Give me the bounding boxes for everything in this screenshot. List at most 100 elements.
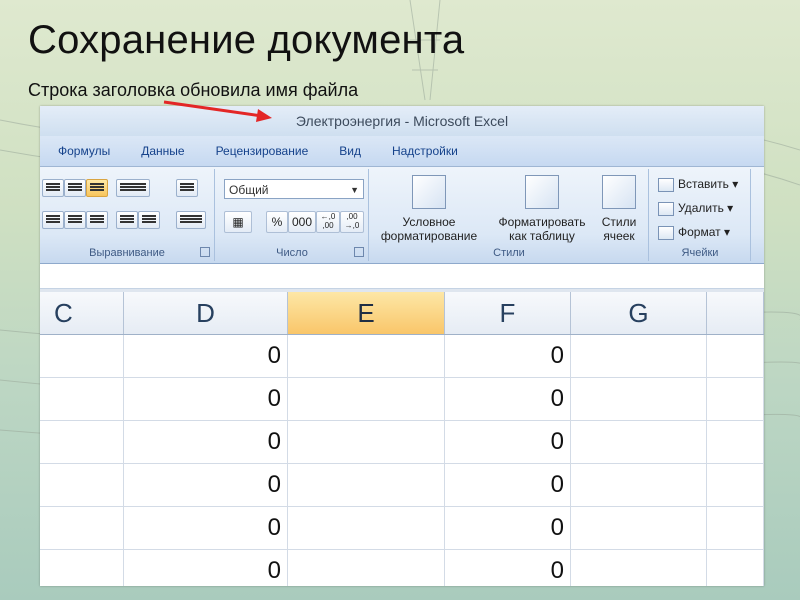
- table-cell[interactable]: 0: [445, 464, 571, 506]
- currency-format-button[interactable]: ▦: [224, 211, 252, 233]
- ribbon: Выравнивание Общий ▼ ▦ % 000 ←,0 ,00 ,00…: [40, 167, 764, 264]
- align-bottom-icon[interactable]: [86, 179, 108, 197]
- table-cell[interactable]: 0: [124, 507, 288, 549]
- table-cell[interactable]: [571, 507, 707, 549]
- format-cells-button[interactable]: Формат ▾: [658, 225, 730, 240]
- table-rows: 000000000000: [40, 335, 764, 586]
- cells-group-label: Ячейки: [681, 247, 719, 259]
- table-cell[interactable]: [288, 507, 445, 549]
- wrap-text-icon[interactable]: [176, 179, 198, 197]
- align-center-icon[interactable]: [64, 211, 86, 229]
- align-middle-icon[interactable]: [64, 179, 86, 197]
- table-cell[interactable]: [571, 335, 707, 377]
- thousands-separator-button[interactable]: 000: [288, 211, 316, 233]
- table-cell[interactable]: [707, 421, 764, 463]
- conditional-formatting-label: Условное форматирование: [380, 215, 478, 243]
- table-cell[interactable]: 0: [124, 335, 288, 377]
- number-dialog-launcher-icon[interactable]: [354, 247, 364, 257]
- table-cell[interactable]: [40, 335, 124, 377]
- table-cell[interactable]: [288, 464, 445, 506]
- increase-indent-icon[interactable]: [138, 211, 160, 229]
- format-as-table-button[interactable]: Форматировать как таблицу: [492, 175, 592, 243]
- table-cell[interactable]: [707, 550, 764, 586]
- alignment-dialog-launcher-icon[interactable]: [200, 247, 210, 257]
- align-left-icon[interactable]: [42, 211, 64, 229]
- table-cell[interactable]: 0: [445, 335, 571, 377]
- table-cell[interactable]: [707, 464, 764, 506]
- currency-icon: ▦: [232, 215, 244, 229]
- tab-view[interactable]: Вид: [339, 144, 361, 158]
- styles-group: Условное форматирование Форматировать ка…: [370, 169, 649, 261]
- excel-window: Электроэнергия - Microsoft Excel Формулы…: [40, 106, 764, 586]
- table-cell[interactable]: [707, 378, 764, 420]
- column-header-f[interactable]: F: [445, 292, 571, 334]
- table-cell[interactable]: 0: [124, 464, 288, 506]
- table-cell[interactable]: [40, 464, 124, 506]
- tab-data[interactable]: Данные: [141, 144, 184, 158]
- align-right-icon[interactable]: [86, 211, 108, 229]
- cell-styles-label: Стили ячеек: [601, 215, 637, 243]
- delete-cells-button[interactable]: Удалить ▾: [658, 201, 733, 216]
- table-cell[interactable]: 0: [445, 421, 571, 463]
- table-cell[interactable]: [40, 378, 124, 420]
- table-cell[interactable]: 0: [445, 378, 571, 420]
- table-cell[interactable]: [288, 378, 445, 420]
- text-orientation-icon[interactable]: [116, 179, 150, 197]
- delete-icon: [658, 201, 674, 216]
- table-cell[interactable]: [571, 378, 707, 420]
- insert-cells-button[interactable]: Вставить ▾: [658, 177, 738, 192]
- cell-styles-button[interactable]: Стили ячеек: [592, 175, 646, 243]
- table-cell[interactable]: [571, 421, 707, 463]
- table-row: 00: [40, 507, 764, 550]
- column-header-c[interactable]: C: [40, 292, 124, 334]
- table-cell[interactable]: [40, 507, 124, 549]
- align-top-icon[interactable]: [42, 179, 64, 197]
- table-cell[interactable]: [571, 550, 707, 586]
- format-as-table-icon: [525, 175, 559, 209]
- chevron-down-icon: ▼: [350, 185, 359, 195]
- column-header-extra[interactable]: [707, 292, 764, 334]
- table-cell[interactable]: [571, 464, 707, 506]
- table-row: 00: [40, 464, 764, 507]
- increase-decimal-button[interactable]: ←,0 ,00: [316, 211, 340, 233]
- tab-formulas[interactable]: Формулы: [58, 144, 110, 158]
- table-cell[interactable]: [40, 421, 124, 463]
- decrease-decimal-button[interactable]: ,00 →,0: [340, 211, 364, 233]
- formula-bar[interactable]: [40, 264, 764, 289]
- table-cell[interactable]: 0: [445, 507, 571, 549]
- tab-addins[interactable]: Надстройки: [392, 144, 458, 158]
- format-label: Формат: [678, 225, 721, 239]
- table-row: 00: [40, 335, 764, 378]
- insert-label: Вставить: [678, 177, 729, 191]
- table-cell[interactable]: 0: [124, 550, 288, 586]
- table-cell[interactable]: 0: [445, 550, 571, 586]
- table-cell[interactable]: [288, 335, 445, 377]
- table-cell[interactable]: [288, 421, 445, 463]
- format-as-table-label: Форматировать как таблицу: [498, 215, 586, 243]
- percent-button[interactable]: %: [266, 211, 288, 233]
- column-header-g[interactable]: G: [571, 292, 707, 334]
- column-headers: C D E F G: [40, 292, 764, 335]
- conditional-formatting-icon: [412, 175, 446, 209]
- column-header-e[interactable]: E: [288, 292, 445, 334]
- table-row: 00: [40, 550, 764, 586]
- number-format-value: Общий: [229, 183, 269, 197]
- table-cell[interactable]: [707, 507, 764, 549]
- styles-group-label: Стили: [493, 247, 525, 259]
- column-header-d[interactable]: D: [124, 292, 288, 334]
- table-cell[interactable]: [707, 335, 764, 377]
- slide-title: Сохранение документа: [28, 18, 465, 62]
- merge-cells-icon[interactable]: [176, 211, 206, 229]
- number-format-select[interactable]: Общий ▼: [224, 179, 364, 199]
- tab-review[interactable]: Рецензирование: [216, 144, 309, 158]
- table-cell[interactable]: [288, 550, 445, 586]
- conditional-formatting-button[interactable]: Условное форматирование: [374, 175, 484, 243]
- table-cell[interactable]: 0: [124, 378, 288, 420]
- table-cell[interactable]: 0: [124, 421, 288, 463]
- format-icon: [658, 225, 674, 240]
- cells-group: Вставить ▾ Удалить ▾ Формат ▾ Ячейки: [650, 169, 751, 261]
- table-row: 00: [40, 421, 764, 464]
- decrease-indent-icon[interactable]: [116, 211, 138, 229]
- table-cell[interactable]: [40, 550, 124, 586]
- table-row: 00: [40, 378, 764, 421]
